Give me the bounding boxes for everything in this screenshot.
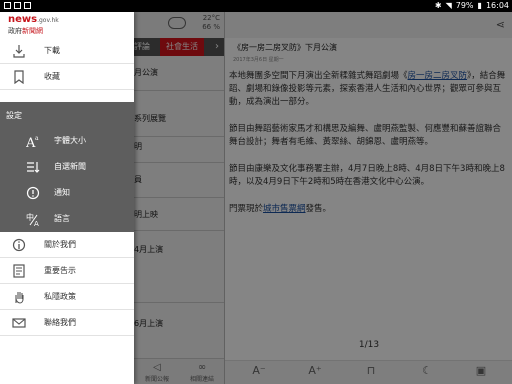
- navigation-drawer: news.gov.hk 政府新聞網 下載 收藏 設定 Aa 字體大小 自選新聞 …: [0, 12, 134, 384]
- drawer-item-language[interactable]: 中A 語言: [0, 206, 134, 232]
- drawer-item-about[interactable]: 關於我們: [0, 232, 134, 258]
- drawer-item-font-size[interactable]: Aa 字體大小: [0, 128, 134, 154]
- download-icon: [13, 45, 25, 58]
- wifi-icon: ◥: [445, 1, 452, 10]
- bluetooth-icon: ✱: [434, 1, 442, 10]
- alert-icon: [26, 186, 40, 200]
- notification-icon: [4, 2, 11, 9]
- hand-icon: [15, 292, 24, 304]
- notification-icons: [4, 0, 31, 9]
- notification-icon: [24, 2, 31, 9]
- drawer-item-notifications[interactable]: 通知: [0, 180, 134, 206]
- font-size-icon: Aa: [26, 135, 39, 148]
- mail-icon: [12, 318, 26, 328]
- svg-text:A: A: [34, 220, 39, 226]
- notification-icon: [14, 2, 21, 9]
- status-bar: ✱ ◥ 79% ▮ 16:04: [0, 0, 512, 12]
- drawer-logo: news.gov.hk 政府新聞網: [0, 12, 134, 38]
- svg-text:a: a: [35, 135, 39, 142]
- drawer-item-contact[interactable]: 聯絡我們: [0, 310, 134, 336]
- settings-section-header: 設定: [0, 102, 134, 128]
- battery-icon: ▮: [477, 1, 482, 10]
- drawer-item-subscribe[interactable]: 自選新聞: [0, 154, 134, 180]
- drawer-item-favorites[interactable]: 收藏: [0, 64, 134, 90]
- info-icon: [12, 238, 26, 252]
- sort-list-icon: [27, 162, 40, 173]
- language-icon: 中A: [26, 212, 39, 226]
- drawer-item-privacy[interactable]: 私隱政策: [0, 284, 134, 310]
- document-icon: [13, 264, 25, 278]
- drawer-item-disclaimer[interactable]: 重要告示: [0, 258, 134, 284]
- clock: 16:04: [485, 1, 509, 10]
- drawer-item-download[interactable]: 下載: [0, 38, 134, 64]
- logo-domain: news.gov.hk: [8, 14, 59, 25]
- battery-percent: 79%: [455, 1, 474, 10]
- logo-name: 政府新聞網: [8, 27, 43, 35]
- bookmark-icon: [14, 70, 24, 84]
